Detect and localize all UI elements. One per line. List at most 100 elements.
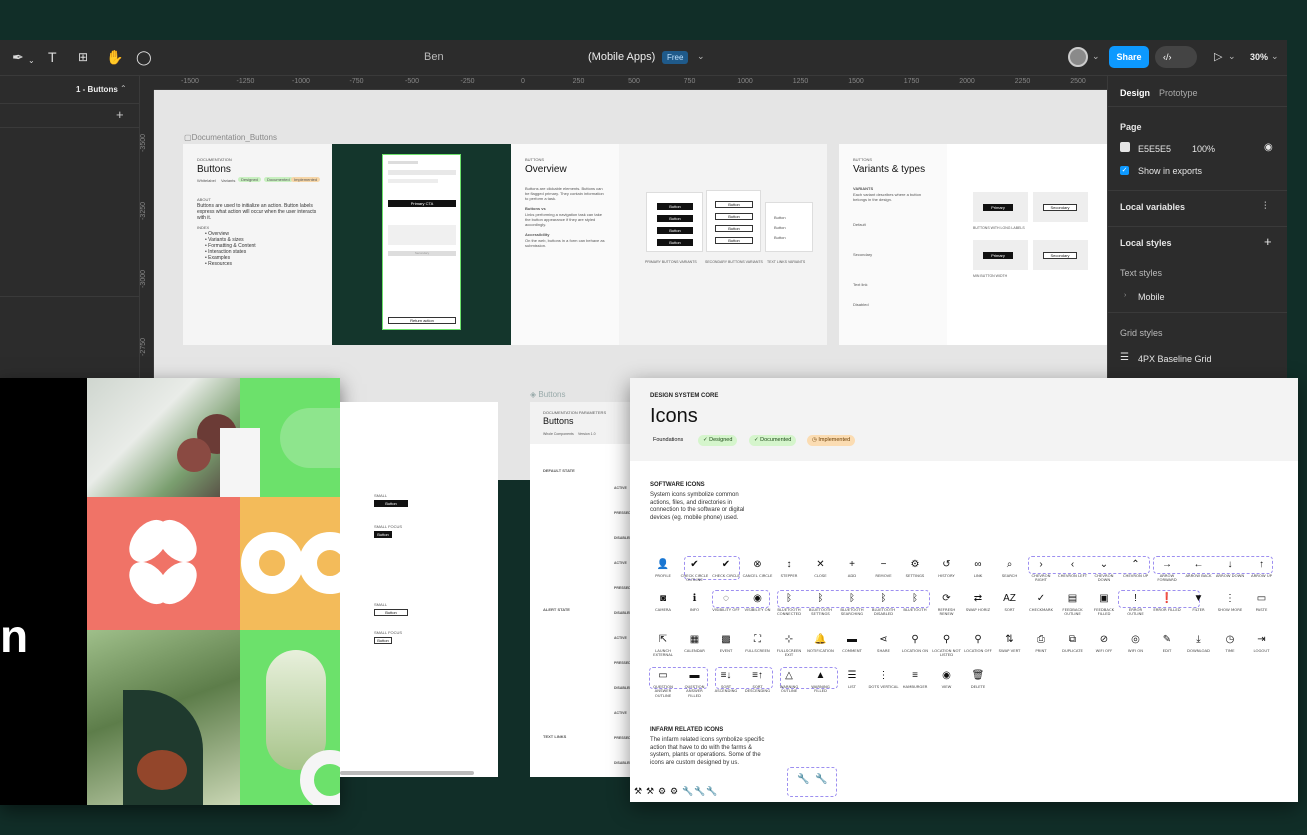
icon-cell[interactable]: ᛒ BLUETOOTH CONNECTED (774, 593, 804, 617)
icon-cell[interactable]: ◌ VISIBILITY OFF (711, 593, 741, 612)
icon-cell[interactable]: ← ARROW BACK (1184, 559, 1214, 578)
file-title[interactable]: (Mobile Apps) (588, 51, 655, 63)
icon-cell[interactable]: ▩ EVENT (711, 634, 741, 653)
icon-cell[interactable]: 🗑 DELETE (963, 670, 993, 689)
icon-cell[interactable]: ⤓ DOWNLOAD (1184, 634, 1214, 653)
examples-frame[interactable]: Primary Secondary BUTTONS WITH LONG LABE… (947, 144, 1107, 345)
icon-cell[interactable]: ◎ WIFI ON (1121, 634, 1151, 653)
avatar[interactable] (1068, 47, 1088, 67)
local-variables-label[interactable]: Local variables (1120, 202, 1185, 212)
icon-cell[interactable]: ✕ CLOSE (806, 559, 836, 578)
icon-cell[interactable]: ⊹ FULLSCREEN EXIT (774, 634, 804, 658)
comment-tool-icon[interactable]: ◯ (136, 49, 152, 65)
icon-cell[interactable]: ◷ TIME (1215, 634, 1245, 653)
variables-icon[interactable]: ⫶ (1264, 201, 1267, 212)
icon-cell[interactable]: ▬ QUESTION ANSWER FILLED (680, 670, 710, 698)
page-color-swatch[interactable] (1120, 142, 1130, 152)
expand-chevron-icon[interactable]: › (1124, 292, 1126, 299)
eye-icon[interactable]: ◉ (1264, 142, 1273, 153)
icon-cell[interactable]: ▲ WARNING FILLED (806, 670, 836, 694)
icon-cell[interactable]: 👤 PROFILE (648, 559, 678, 578)
icon-cell[interactable]: ↓ ARROW DOWN (1215, 559, 1245, 578)
page-selector[interactable]: 1 - Buttons (76, 85, 118, 94)
icon-cell[interactable]: ⇅ SWAP VERT (995, 634, 1025, 653)
icon-cell[interactable]: △ WARNING OUTLINE (774, 670, 804, 694)
hand-tool-icon[interactable]: ✋ (106, 49, 123, 65)
icon-cell[interactable]: ❗ ERROR FILLED (1152, 593, 1182, 612)
tab-design[interactable]: Design (1120, 88, 1150, 98)
icon-cell[interactable]: ⇄ SWAP HORIZ (963, 593, 993, 612)
icon-cell[interactable]: ▣ FEEDBACK FILLED (1089, 593, 1119, 617)
icon-cell[interactable]: ‹ CHEVRON LEFT (1058, 559, 1088, 578)
pen-tool-icon[interactable]: ✒ (12, 49, 24, 65)
icon-cell[interactable]: ! ERROR OUTLINE (1121, 593, 1151, 617)
text-tool-icon[interactable]: T (48, 49, 57, 65)
icon-cell[interactable]: ⟳ REFRESH RENEW (932, 593, 962, 617)
icon-cell[interactable]: ⌄ CHEVRON DOWN (1089, 559, 1119, 583)
icon-cell[interactable]: ⋖ SHARE (869, 634, 899, 653)
grid-style-item[interactable]: 4PX Baseline Grid (1138, 354, 1212, 364)
icon-cell[interactable]: ⚙ SETTINGS (900, 559, 930, 578)
icon-cell[interactable]: ↑ ARROW UP (1247, 559, 1277, 578)
icon-cell[interactable]: ᛒ BLUETOOTH DISABLED (869, 593, 899, 617)
icon-cell[interactable]: ᛒ BLUETOOTH (900, 593, 930, 612)
icon-cell[interactable]: ⇥ LOGOUT (1247, 634, 1277, 653)
dev-mode-toggle[interactable]: ‹/› (1155, 46, 1197, 68)
icon-cell[interactable]: AZ SORT (995, 593, 1025, 612)
present-chevron-icon[interactable]: ⌄ (1228, 51, 1236, 62)
phone-showcase-frame[interactable]: Primary CTA Secondary Return action (332, 144, 511, 345)
add-style-icon[interactable]: + (1264, 234, 1272, 249)
tab-prototype[interactable]: Prototype (1159, 88, 1198, 98)
icon-cell[interactable]: ᛒ BLUETOOTH SETTINGS (806, 593, 836, 617)
frame-label[interactable]: ▢Documentation_Buttons (184, 133, 277, 142)
icon-cell[interactable]: ⊘ WIFI OFF (1089, 634, 1119, 653)
icon-cell[interactable]: ✓ CHECKMARK (1026, 593, 1056, 612)
scrollbar[interactable] (340, 771, 474, 775)
icon-cell[interactable]: ⋮ DOTS VERTICAL (869, 670, 899, 689)
file-owner[interactable]: Ben (424, 51, 444, 63)
show-in-exports-checkbox[interactable]: ✓ (1120, 166, 1129, 175)
page-opacity-value[interactable]: 100% (1192, 144, 1215, 154)
icon-cell[interactable]: ↺ HISTORY (932, 559, 962, 578)
icon-cell[interactable]: 🔔 NOTIFICATION (806, 634, 836, 653)
icon-cell[interactable]: ▼ FILTER (1184, 593, 1214, 612)
icon-cell[interactable]: ▦ CALENDAR (680, 634, 710, 653)
icon-cell[interactable]: › CHEVRON RIGHT (1026, 559, 1056, 583)
icon-cell[interactable]: ▭ QUESTION ANSWER OUTLINE (648, 670, 678, 698)
icon-cell[interactable]: ∞ LINK (963, 559, 993, 578)
icon-cell[interactable]: ⧉ DUPLICATE (1058, 634, 1088, 653)
variants-image-frame[interactable]: Button Button Button Button Button Butto… (619, 144, 827, 345)
zoom-chevron-icon[interactable]: ⌄ (1271, 51, 1279, 62)
icon-cell[interactable]: ⌃ CHEVRON UP (1121, 559, 1151, 578)
icon-cell[interactable]: ⎙ PRINT (1026, 634, 1056, 653)
share-button[interactable]: Share (1109, 46, 1149, 68)
text-style-item[interactable]: Mobile (1138, 292, 1165, 302)
icon-cell[interactable]: ⚲ LOCATION ON (900, 634, 930, 653)
page-chevron-icon[interactable]: ⌃ (120, 84, 127, 93)
add-page-icon[interactable]: + (116, 107, 124, 122)
icon-cell[interactable]: ≡ HAMBURGER (900, 670, 930, 689)
icon-cell[interactable]: ◉ VISIBILITY ON (743, 593, 773, 612)
icon-cell[interactable]: ⚲ LOCATION OFF (963, 634, 993, 653)
file-menu-chevron-icon[interactable]: ⌄ (697, 51, 705, 62)
icon-cell[interactable]: ☰ LIST (837, 670, 867, 689)
avatar-chevron-icon[interactable]: ⌄ (1092, 51, 1100, 62)
icon-cell[interactable]: ⛶ FULLSCREEN (743, 634, 773, 653)
icon-cell[interactable]: ◙ CAMERA (648, 593, 678, 612)
icon-cell[interactable]: → ARROW FORWARD (1152, 559, 1182, 583)
icon-cell[interactable]: + ADD (837, 559, 867, 578)
present-icon[interactable]: ▷ (1214, 50, 1222, 63)
icon-cell[interactable]: ✎ EDIT (1152, 634, 1182, 653)
icon-cell[interactable]: ↕ STEPPER (774, 559, 804, 578)
icon-cell[interactable]: − REMOVE (869, 559, 899, 578)
page-color-value[interactable]: E5E5E5 (1138, 144, 1171, 154)
icon-cell[interactable]: ᛒ BLUETOOTH SEARCHING (837, 593, 867, 617)
icon-cell[interactable]: ⚲ LOCATION NOT LISTED (932, 634, 962, 658)
icon-cell[interactable]: ▭ PASTE (1247, 593, 1277, 612)
icon-cell[interactable]: ≡↑ SORT DESCENDING (743, 670, 773, 694)
icon-cell[interactable]: ◉ VIEW (932, 670, 962, 689)
icon-cell[interactable]: ✔ CHECK CIRCLE (711, 559, 741, 578)
buttons-doc-frame[interactable]: DOCUMENTATION Buttons Whitelabel Variant… (183, 144, 332, 345)
icon-cell[interactable]: ≡↓ SORT ASCENDING (711, 670, 741, 694)
icon-cell[interactable]: ✔ CHECK CIRCLE OUTLINE (680, 559, 710, 583)
